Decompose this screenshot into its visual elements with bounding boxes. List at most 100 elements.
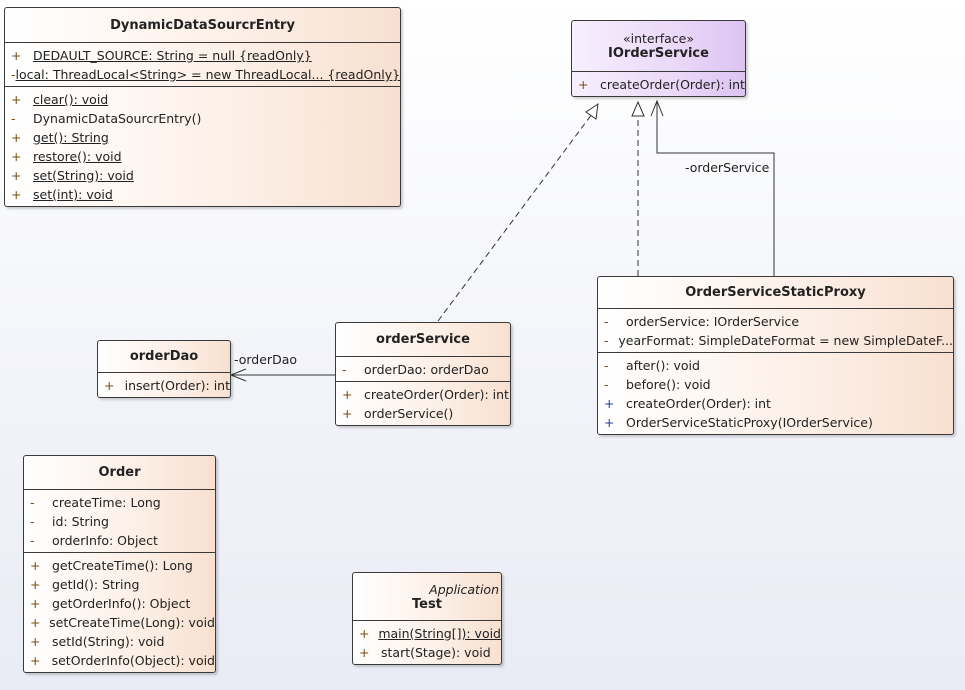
method-row[interactable]: + get(): String: [5, 128, 400, 147]
visibility-marker: -: [604, 358, 609, 373]
class-name: DynamicDataSourcrEntry: [110, 17, 295, 33]
attribute-text: DEDAULT_SOURCE: String = null {readOnly}: [33, 48, 312, 63]
class-name: OrderServiceStaticProxy: [685, 285, 866, 300]
visibility-marker: -: [604, 314, 609, 329]
method-text: clear(): void: [33, 92, 109, 107]
method-row[interactable]: + set(int): void: [5, 185, 400, 204]
method-text: set(String): void: [33, 168, 134, 183]
visibility-marker: +: [30, 596, 41, 611]
method-row[interactable]: + setId(String): void: [24, 632, 215, 651]
method-row[interactable]: + start(Stage): void: [353, 643, 501, 662]
class-proxy[interactable]: OrderServiceStaticProxy - orderService: IO…: [597, 276, 954, 435]
realization-orderservice-iorderservice: [437, 102, 599, 322]
class-dynamic[interactable]: DynamicDataSourcrEntry + DEDAULT_SOURCE: S…: [4, 7, 401, 207]
visibility-marker: +: [104, 378, 115, 393]
attribute-row[interactable]: - createTime: Long: [24, 493, 215, 512]
method-row[interactable]: + OrderServiceStaticProxy(IOrderService): [598, 413, 953, 432]
method-text: createOrder(Order): int: [364, 387, 509, 402]
visibility-marker: -: [11, 111, 16, 126]
visibility-marker: +: [11, 48, 22, 63]
method-text: before(): void: [626, 377, 711, 392]
method-row[interactable]: + getCreateTime(): Long: [24, 556, 215, 575]
class-name: orderService: [376, 332, 470, 347]
method-text: OrderServiceStaticProxy(IOrderService): [626, 415, 873, 430]
class-header: «interface» IOrderService: [572, 21, 745, 72]
attribute-row[interactable]: - orderInfo: Object: [24, 531, 215, 550]
methods-section: - after(): void - before(): void + createOrde…: [598, 352, 953, 434]
class-header: OrderServiceStaticProxy: [598, 277, 953, 309]
attributes-section: - orderService: IOrderService - yearFormat:…: [598, 309, 953, 352]
realization-proxy-iorderservice: [631, 100, 645, 276]
class-iorderservice[interactable]: «interface» IOrderService + createOrder(Ord…: [571, 20, 746, 97]
visibility-marker: +: [11, 168, 22, 183]
methods-section: + insert(Order): int: [98, 373, 230, 397]
method-row[interactable]: + restore(): void: [5, 147, 400, 166]
method-row[interactable]: - after(): void: [598, 356, 953, 375]
attribute-row[interactable]: - yearFormat: SimpleDateFormat = new Simp…: [598, 331, 953, 350]
class-header: DynamicDataSourcrEntry: [5, 8, 400, 43]
visibility-marker: +: [11, 149, 22, 164]
methods-section: + createOrder(Order): int: [572, 72, 745, 96]
method-row[interactable]: + createOrder(Order): int: [598, 394, 953, 413]
attributes-section: - createTime: Long - id: String - orderInfo: …: [24, 490, 215, 552]
association-proxy-iorderservice: [650, 99, 775, 276]
class-header: orderService: [336, 323, 510, 357]
attribute-row[interactable]: - orderService: IOrderService: [598, 312, 953, 331]
method-text: getCreateTime(): Long: [52, 558, 193, 573]
method-row[interactable]: + main(String[]): void: [353, 624, 501, 643]
class-name: orderDao: [129, 349, 199, 364]
methods-section: + clear(): void - DynamicDataSourcrEntry() +…: [5, 86, 400, 206]
visibility-marker: +: [11, 187, 22, 202]
method-row[interactable]: + insert(Order): int: [98, 376, 230, 395]
methods-section: + createOrder(Order): int + orderService(): [336, 381, 510, 425]
method-text: setId(String): void: [52, 634, 165, 649]
method-text: setCreateTime(Long): void: [49, 615, 215, 630]
visibility-marker: -: [604, 377, 609, 392]
method-row[interactable]: + setCreateTime(Long): void: [24, 613, 215, 632]
visibility-marker: +: [578, 77, 589, 92]
class-order[interactable]: Order - createTime: Long - id: String - orderI…: [23, 455, 216, 673]
visibility-marker: -: [30, 514, 35, 529]
visibility-marker: +: [30, 558, 41, 573]
visibility-marker: -: [342, 362, 347, 377]
method-row[interactable]: + createOrder(Order): int: [572, 75, 745, 94]
attribute-row[interactable]: - orderDao: orderDao: [336, 360, 510, 379]
method-text: orderService(): [364, 406, 454, 421]
class-orderservice[interactable]: orderService - orderDao: orderDao + createOr…: [335, 322, 511, 426]
class-test[interactable]: Application Test + main(String[]): void + sta…: [352, 572, 502, 665]
attribute-row[interactable]: - id: String: [24, 512, 215, 531]
attribute-row[interactable]: - local: ThreadLocal<String> = new Thread…: [5, 65, 400, 84]
method-row[interactable]: - DynamicDataSourcrEntry(): [5, 109, 400, 128]
methods-section: + main(String[]): void + start(Stage): void: [353, 621, 501, 664]
visibility-marker: +: [30, 634, 41, 649]
class-header: Order: [24, 456, 215, 490]
visibility-marker: +: [359, 626, 370, 641]
class-name: Order: [98, 465, 141, 480]
visibility-marker: +: [604, 415, 615, 430]
method-row[interactable]: + setOrderInfo(Object): void: [24, 651, 215, 670]
method-row[interactable]: + orderService(): [336, 404, 510, 423]
method-text: insert(Order): int: [124, 378, 230, 393]
attributes-section: + DEDAULT_SOURCE: String = null {readOnly…: [5, 43, 400, 86]
method-text: start(Stage): void: [381, 645, 491, 660]
method-row[interactable]: + getId(): String: [24, 575, 215, 594]
method-row[interactable]: - before(): void: [598, 375, 953, 394]
visibility-marker: +: [30, 615, 41, 630]
method-text: createOrder(Order): int: [626, 396, 771, 411]
class-orderdao[interactable]: orderDao + insert(Order): int: [97, 340, 231, 398]
class-name: IOrderService: [608, 46, 709, 61]
attributes-section: - orderDao: orderDao: [336, 357, 510, 381]
attribute-row[interactable]: + DEDAULT_SOURCE: String = null {readOnly…: [5, 46, 400, 65]
method-row[interactable]: + set(String): void: [5, 166, 400, 185]
attribute-text: createTime: Long: [52, 495, 161, 510]
method-text: setOrderInfo(Object): void: [51, 653, 215, 668]
class-header: orderDao: [98, 341, 230, 373]
class-header: Application Test: [353, 573, 501, 621]
visibility-marker: +: [30, 577, 41, 592]
method-row[interactable]: + getOrderInfo(): Object: [24, 594, 215, 613]
method-row[interactable]: + createOrder(Order): int: [336, 385, 510, 404]
association-label-orderdao: -orderDao: [234, 352, 298, 367]
attribute-text: orderDao: orderDao: [364, 362, 489, 377]
visibility-marker: +: [342, 387, 353, 402]
method-row[interactable]: + clear(): void: [5, 90, 400, 109]
